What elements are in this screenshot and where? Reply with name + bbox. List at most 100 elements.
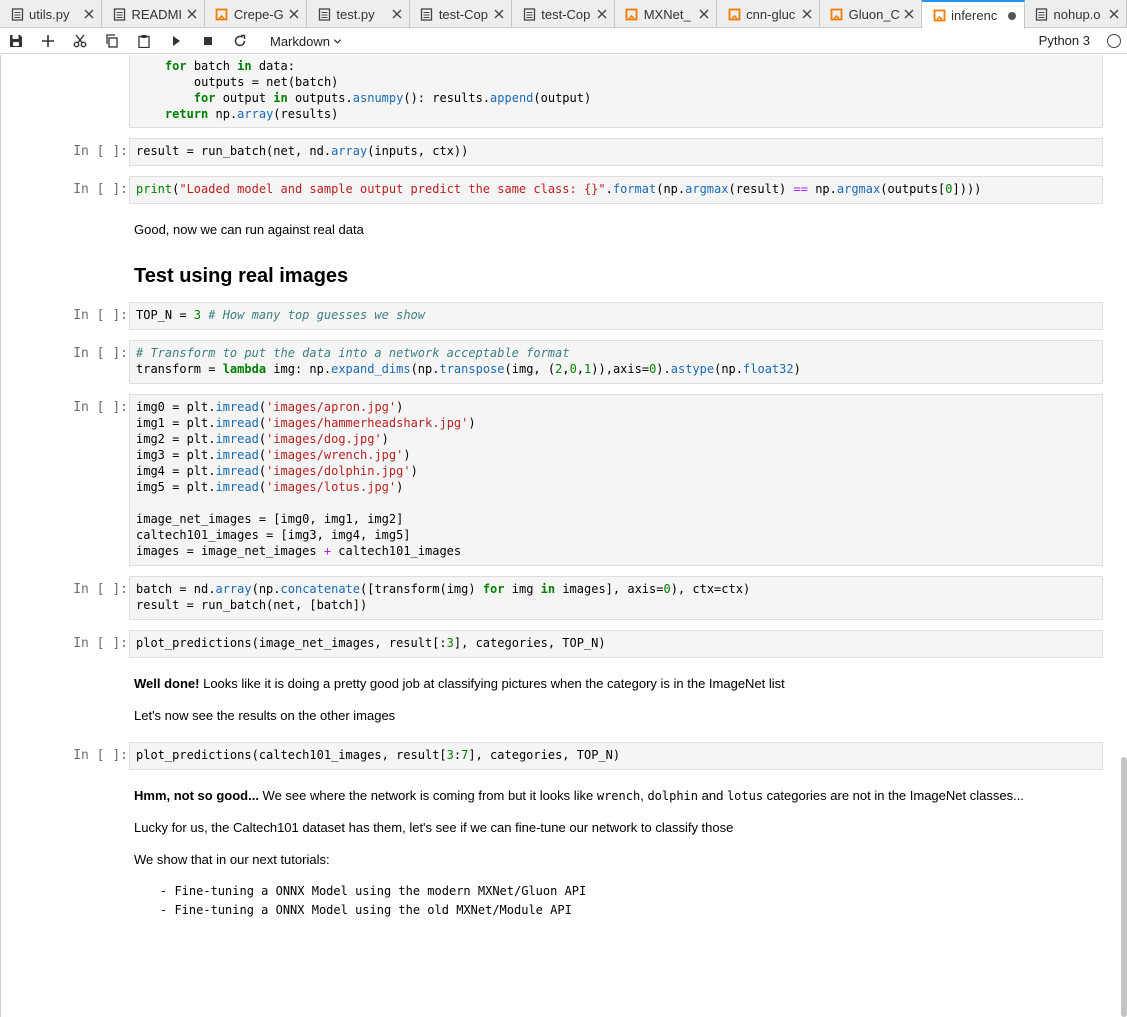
- notebook-toolbar: Markdown Python 3: [0, 29, 1127, 54]
- paragraph-text: Let's now see the results on the other i…: [134, 708, 396, 723]
- paste-icon: [138, 35, 150, 48]
- paragraph-text: Looks like it is doing a pretty good job…: [199, 676, 785, 691]
- cell-prompt: In [ ]:: [73, 144, 128, 159]
- notebook-icon: [625, 7, 639, 21]
- close-icon[interactable]: [83, 8, 95, 20]
- cell-prompt: In [ ]:: [73, 346, 128, 361]
- tab-label: utils.py: [29, 6, 70, 22]
- code-line: img3 = plt.imread('images/wrench.jpg'): [136, 448, 411, 462]
- close-icon[interactable]: [903, 8, 915, 20]
- run-button[interactable]: [160, 29, 192, 53]
- code-cell[interactable]: for batch in data: outputs = net(batch) …: [60, 55, 1103, 128]
- cut-button[interactable]: [64, 29, 96, 53]
- code-cell[interactable]: In [ ]: TOP_N = 3 # How many top guesses…: [60, 302, 1103, 330]
- notebook-icon: [727, 7, 741, 21]
- code-cell[interactable]: In [ ]: print("Loaded model and sample o…: [60, 176, 1103, 204]
- tab-doc[interactable]: MXNet_: [615, 0, 718, 28]
- markdown-paragraph: Let's now see the results on the other i…: [134, 708, 395, 723]
- code-cell[interactable]: In [ ]: # Transform to put the data into…: [60, 340, 1103, 384]
- file-icon: [420, 7, 434, 21]
- code-line: img2 = plt.imread('images/dog.jpg'): [136, 432, 389, 446]
- code-cell-input[interactable]: print("Loaded model and sample output pr…: [129, 176, 1103, 204]
- close-icon[interactable]: [186, 8, 198, 20]
- code-cell[interactable]: In [ ]: plot_predictions(image_net_image…: [60, 630, 1103, 658]
- save-icon: [10, 35, 22, 47]
- code-cell-input[interactable]: plot_predictions(image_net_images, resul…: [129, 630, 1103, 658]
- code-cell-input[interactable]: plot_predictions(caltech101_images, resu…: [129, 742, 1103, 770]
- kernel-name[interactable]: Python 3: [1039, 33, 1090, 48]
- insert-cell-button[interactable]: [32, 29, 64, 53]
- paragraph-text: We show that in our next tutorials:: [134, 852, 330, 867]
- code-text: img0 = plt.imread('images/apron.jpg') im…: [136, 400, 476, 558]
- code-text: # Transform to put the data into a netwo…: [136, 346, 801, 376]
- vertical-scrollbar[interactable]: [1121, 757, 1127, 1017]
- copy-button[interactable]: [96, 29, 128, 53]
- tab-doc[interactable]: test.py: [307, 0, 410, 28]
- file-icon: [522, 7, 536, 21]
- code-cell-input[interactable]: img0 = plt.imread('images/apron.jpg') im…: [129, 394, 1103, 566]
- code-text: TOP_N = 3 # How many top guesses we show: [136, 308, 425, 322]
- markdown-paragraph: Lucky for us, the Caltech101 dataset has…: [134, 820, 733, 835]
- tab-active[interactable]: inferenc: [922, 0, 1025, 29]
- tab-doc[interactable]: READMI: [102, 0, 205, 28]
- unsaved-dot-icon[interactable]: [1006, 10, 1018, 22]
- close-icon[interactable]: [391, 8, 403, 20]
- tab-doc[interactable]: Crepe-G: [205, 0, 308, 28]
- code-cell-input[interactable]: result = run_batch(net, nd.array(inputs,…: [129, 138, 1103, 166]
- code-cell-input[interactable]: # Transform to put the data into a netwo…: [129, 340, 1103, 384]
- markdown-paragraph: Well done! Looks like it is doing a pret…: [134, 676, 785, 691]
- code-cell[interactable]: In [ ]: result = run_batch(net, nd.array…: [60, 138, 1103, 166]
- code-text: plot_predictions(image_net_images, resul…: [136, 636, 606, 650]
- copy-icon: [106, 34, 118, 48]
- code-line: img5 = plt.imread('images/lotus.jpg'): [136, 480, 404, 494]
- tab-doc[interactable]: cnn-gluc: [717, 0, 820, 28]
- cell-prompt: In [ ]:: [73, 582, 128, 597]
- paste-button[interactable]: [128, 29, 160, 53]
- tab-doc[interactable]: test-Cop: [410, 0, 513, 28]
- code-cell[interactable]: In [ ]: batch = nd.array(np.concatenate(…: [60, 576, 1103, 620]
- code-text: result = run_batch(net, nd.array(inputs,…: [136, 144, 469, 158]
- close-icon[interactable]: [1108, 8, 1120, 20]
- restart-icon: [234, 34, 246, 47]
- restart-button[interactable]: [224, 29, 256, 53]
- close-icon[interactable]: [493, 8, 505, 20]
- interrupt-button[interactable]: [192, 29, 224, 53]
- tab-label: test-Cop: [438, 6, 488, 22]
- add-cell-icon: [42, 35, 54, 47]
- code-cell-input[interactable]: batch = nd.array(np.concatenate([transfo…: [129, 576, 1103, 620]
- inline-code: dolphin: [647, 789, 699, 803]
- close-icon[interactable]: [698, 8, 710, 20]
- cell-prompt: In [ ]:: [73, 308, 128, 323]
- code-cell[interactable]: In [ ]: img0 = plt.imread('images/apron.…: [60, 394, 1103, 566]
- tab-label: inferenc: [951, 8, 998, 23]
- notebook-panel: for batch in data: outputs = net(batch) …: [0, 55, 1127, 1017]
- tab-label: test-Cop: [541, 6, 591, 22]
- tab-doc[interactable]: Gluon_C: [820, 0, 923, 28]
- tab-doc[interactable]: test-Cop: [512, 0, 615, 28]
- save-button[interactable]: [0, 29, 32, 53]
- close-icon[interactable]: [596, 8, 608, 20]
- code-line: img1 = plt.imread('images/hammerheadshar…: [136, 416, 476, 430]
- paragraph-text: Good, now we can run against real data: [134, 222, 364, 237]
- code-cell[interactable]: In [ ]: plot_predictions(caltech101_imag…: [60, 742, 1103, 770]
- close-icon[interactable]: [801, 8, 813, 20]
- stop-icon: [204, 37, 212, 45]
- markdown-paragraph: Good, now we can run against real data: [134, 222, 364, 237]
- close-icon[interactable]: [288, 8, 300, 20]
- tab-doc[interactable]: utils.py: [0, 0, 103, 28]
- tab-doc[interactable]: nohup.o: [1025, 0, 1127, 28]
- markdown-code-list: - Fine-tuning a ONNX Model using the mod…: [160, 882, 586, 920]
- code-cell-input[interactable]: TOP_N = 3 # How many top guesses we show: [129, 302, 1103, 330]
- inline-code: lotus: [726, 789, 764, 803]
- cell-type-select[interactable]: Markdown: [270, 34, 342, 49]
- cell-prompt: In [ ]:: [73, 748, 128, 763]
- chevron-down-icon: [333, 38, 342, 44]
- code-cell-input[interactable]: for batch in data: outputs = net(batch) …: [129, 55, 1103, 128]
- file-icon: [1035, 7, 1049, 21]
- tab-label: READMI: [131, 6, 183, 22]
- tab-bar: utils.py READMI Crepe-G test.py test-Cop test…: [0, 0, 1127, 29]
- file-icon: [112, 7, 126, 21]
- code-text: for batch in data: outputs = net(batch) …: [164, 59, 592, 121]
- list-item: - Fine-tuning a ONNX Model using the old…: [160, 903, 572, 917]
- list-item: - Fine-tuning a ONNX Model using the mod…: [160, 884, 587, 898]
